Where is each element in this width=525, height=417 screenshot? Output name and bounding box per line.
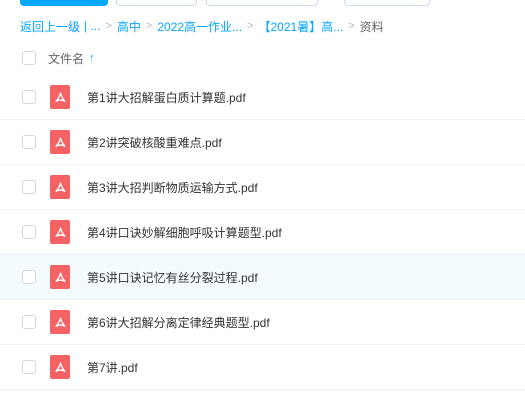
file-row[interactable]: 第4讲口诀妙解细胞呼吸计算题型.pdf — [0, 210, 525, 255]
breadcrumb-separator: > — [105, 20, 112, 32]
select-all-checkbox[interactable] — [22, 51, 36, 65]
file-checkbox[interactable] — [22, 135, 36, 149]
breadcrumb-item-gaozhong[interactable]: 高中 — [117, 18, 141, 35]
file-row[interactable]: 第6讲大招解分离定律经典题型.pdf — [0, 300, 525, 345]
file-checkbox[interactable] — [22, 360, 36, 374]
breadcrumb-ellipsis-link[interactable]: | ... — [84, 19, 100, 33]
pdf-icon — [50, 130, 70, 154]
file-list: 第1讲大招解蛋白质计算题.pdf 第2讲突破核酸重难点.pdf 第3讲大招判断物… — [0, 75, 525, 390]
breadcrumb-separator: > — [247, 20, 254, 32]
file-row[interactable]: 第7讲.pdf — [0, 345, 525, 390]
breadcrumb-separator: > — [348, 20, 355, 32]
column-filename-header[interactable]: 文件名 — [48, 50, 84, 67]
file-checkbox[interactable] — [22, 270, 36, 284]
pdf-icon — [50, 175, 70, 199]
toolbar-primary-button[interactable] — [20, 0, 108, 6]
file-name[interactable]: 第3讲大招判断物质运输方式.pdf — [87, 179, 258, 196]
file-checkbox[interactable] — [22, 180, 36, 194]
toolbar-button-3[interactable] — [206, 0, 318, 6]
toolbar — [0, 0, 525, 8]
file-row[interactable]: 第2讲突破核酸重难点.pdf — [0, 120, 525, 165]
file-row[interactable]: 第1讲大招解蛋白质计算题.pdf — [0, 75, 525, 120]
pdf-icon — [50, 85, 70, 109]
file-name[interactable]: 第6讲大招解分离定律经典题型.pdf — [87, 314, 270, 331]
breadcrumb-item-2021-summer[interactable]: 【2021暑】高... — [259, 18, 344, 35]
file-name[interactable]: 第5讲口诀记忆有丝分裂过程.pdf — [87, 269, 258, 286]
toolbar-button-4[interactable] — [344, 0, 430, 6]
breadcrumb: 返回上一级 | ... > 高中 > 2022高一作业... > 【2021暑】… — [20, 18, 384, 34]
breadcrumb-back-link[interactable]: 返回上一级 — [20, 18, 80, 35]
pdf-icon — [50, 265, 70, 289]
file-name[interactable]: 第4讲口诀妙解细胞呼吸计算题型.pdf — [87, 224, 282, 241]
sort-ascending-icon[interactable]: ↑ — [89, 52, 95, 64]
file-row[interactable]: 第3讲大招判断物质运输方式.pdf — [0, 165, 525, 210]
file-checkbox[interactable] — [22, 315, 36, 329]
file-checkbox[interactable] — [22, 90, 36, 104]
breadcrumb-current: 资料 — [359, 19, 384, 34]
list-header: 文件名 ↑ — [0, 44, 525, 72]
file-name[interactable]: 第2讲突破核酸重难点.pdf — [87, 134, 222, 151]
pdf-icon — [50, 310, 70, 334]
file-row[interactable]: 第5讲口诀记忆有丝分裂过程.pdf — [0, 255, 525, 300]
file-name[interactable]: 第1讲大招解蛋白质计算题.pdf — [87, 89, 246, 106]
toolbar-button-2[interactable] — [116, 0, 197, 6]
file-name[interactable]: 第7讲.pdf — [87, 359, 138, 376]
pdf-icon — [50, 220, 70, 244]
breadcrumb-separator: > — [145, 20, 153, 32]
pdf-icon — [50, 355, 70, 379]
breadcrumb-item-2022[interactable]: 2022高一作业... — [157, 18, 242, 35]
file-checkbox[interactable] — [22, 225, 36, 239]
